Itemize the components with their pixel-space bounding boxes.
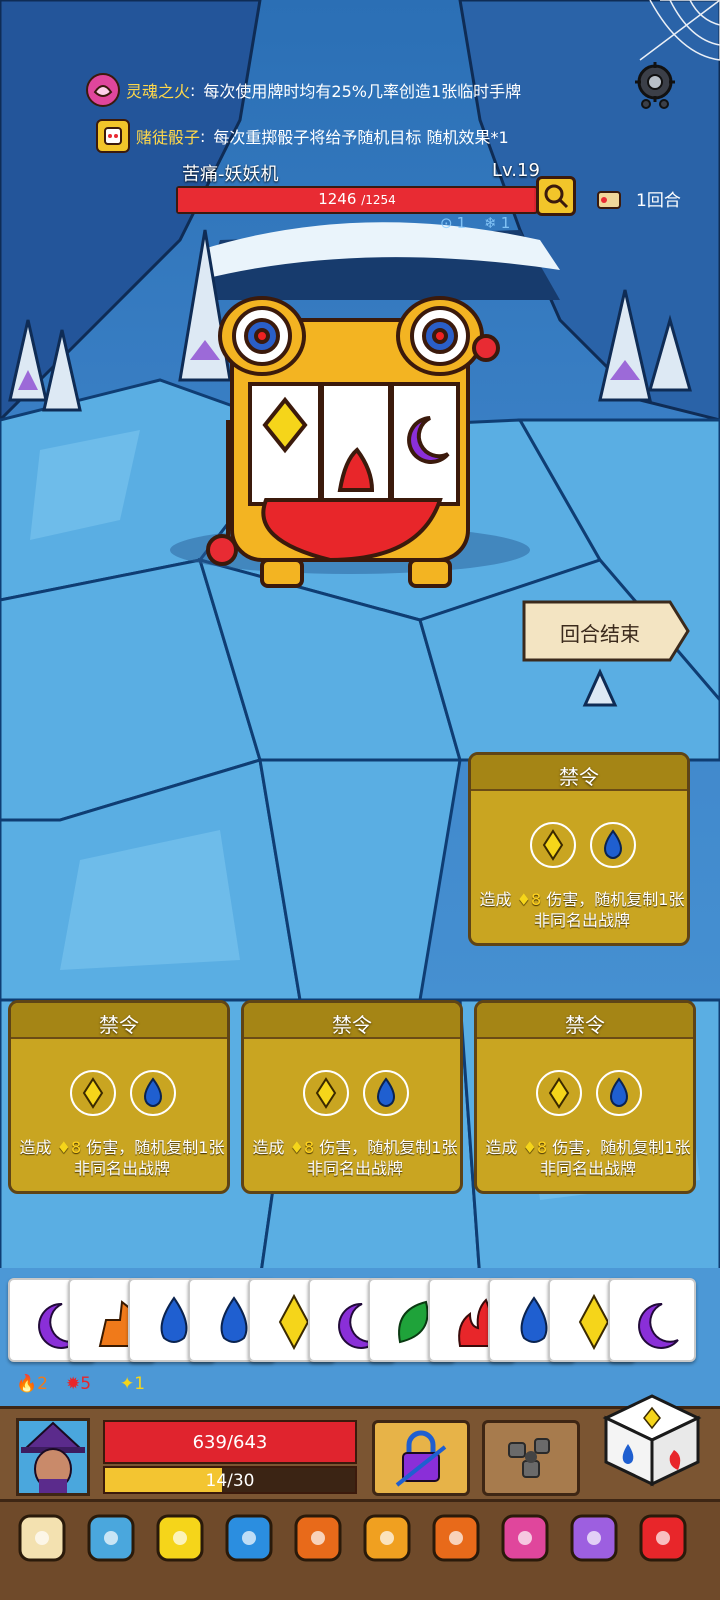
explode-dice-icon [508, 1438, 550, 1478]
star-status: ✦ 1 [120, 1374, 145, 1394]
card-title: 禁令 [559, 765, 599, 789]
damage-value: 8 [70, 1138, 82, 1157]
enemy-info-button[interactable] [536, 176, 576, 216]
card-gems [536, 1070, 642, 1116]
relic-name: 灵魂之火 [126, 82, 191, 101]
card-desc: 造成 ♦8 伤害，随机复制1张非同名出战牌 [477, 889, 687, 931]
player-avatar[interactable] [16, 1418, 90, 1496]
pink-slime-icon[interactable] [497, 1510, 553, 1566]
flame-orb-icon[interactable] [359, 1510, 415, 1566]
soul-fire-icon [86, 73, 120, 107]
gambler-dice-icon [96, 119, 130, 153]
yellow-dice-icon[interactable] [152, 1510, 208, 1566]
end-turn-label: 回合结束 [560, 622, 640, 646]
card-title: 禁令 [99, 1013, 139, 1037]
diamond-icon: ♦ [522, 1138, 537, 1157]
relic-colon: : [190, 80, 196, 100]
purple-dice-icon[interactable] [566, 1510, 622, 1566]
card-frame: 禁令 造成 ♦8 伤害，随机复制1张非同名出战牌 [468, 752, 690, 946]
enemy-name: 苦痛-妖妖机 [182, 164, 279, 185]
red-dice-icon[interactable] [635, 1510, 691, 1566]
star-icon: ✦ [120, 1374, 135, 1394]
blue-slime-icon[interactable] [83, 1510, 139, 1566]
desc-part: 造成 [252, 1138, 290, 1157]
card-frame: 禁令 造成 ♦8 伤害，随机复制1张非同名出战牌 [8, 1000, 230, 1194]
card-gems [303, 1070, 409, 1116]
player-energy-bar: 14/30 [103, 1466, 357, 1494]
fire-bundle-icon[interactable] [428, 1510, 484, 1566]
damage-value: 8 [536, 1138, 548, 1157]
card-desc: 造成 ♦8 伤害，随机复制1张非同名出战牌 [250, 1137, 460, 1179]
moon-icon [638, 1302, 679, 1349]
burn-status: 🔥 2 [16, 1374, 48, 1394]
diamond-icon: ♦ [289, 1138, 304, 1157]
card-title: 禁令 [332, 1013, 372, 1037]
blue-dice-icon[interactable] [221, 1510, 277, 1566]
card-frame: 禁令 造成 ♦8 伤害，随机复制1张非同名出战牌 [474, 1000, 696, 1194]
enemy-hp-value: 1246 [318, 190, 357, 208]
diamond-icon: ♦ [516, 890, 531, 909]
desc-part: 伤害，随机复制1张非同名出战牌 [533, 890, 685, 930]
card-gems [530, 822, 636, 868]
relic-colon: : [200, 126, 206, 146]
desc-part: 造成 [485, 1138, 523, 1157]
relic-desc: 每次使用牌时均有25%几率创造1张临时手牌 [203, 82, 522, 101]
reroll-button[interactable] [482, 1420, 580, 1496]
freeze-value: 1 [500, 214, 511, 232]
settings-gear-icon[interactable] [626, 60, 684, 110]
damage-value: 8 [530, 890, 542, 909]
star-count: 1 [134, 1374, 146, 1394]
desc-part: 造成 [19, 1138, 57, 1157]
burn-count: 2 [37, 1374, 48, 1394]
magnifier-icon [544, 184, 569, 209]
relic-desc: 每次重掷骰子将给予随机目标 随机效果*1 [213, 128, 509, 147]
card-frame: 禁令 造成 ♦8 伤害，随机复制1张非同名出战牌 [241, 1000, 463, 1194]
card-title: 禁令 [565, 1013, 605, 1037]
player-hp-bar: 639/643 [103, 1420, 357, 1464]
wizard-avatar-icon [21, 1421, 85, 1493]
gear-status: ✹ 5 [66, 1374, 91, 1394]
relic-name: 赌徒骰子 [136, 128, 201, 147]
relic-soul-fire[interactable]: 灵魂之火: 每次使用牌时均有25%几率创造1张临时手牌 [86, 70, 521, 110]
gear-count: 5 [80, 1374, 92, 1394]
gear-icon: ✹ [66, 1374, 81, 1394]
end-turn-button[interactable]: 回合结束 [520, 598, 692, 664]
freeze-icon: ❄ [484, 214, 497, 232]
big-dice-icon [602, 1394, 702, 1487]
burn-icon: 🔥 [16, 1374, 38, 1394]
card-ban[interactable]: 禁令 造成 ♦8 伤害，随机复制1张非同名出战牌 [470, 1000, 700, 1196]
intent-value: 1 [456, 214, 467, 232]
enemy-intent: ⊙ 1 ❄ 1 [440, 214, 510, 232]
card-ban[interactable]: 禁令 造成 ♦8 伤害，随机复制1张非同名出战牌 [4, 1000, 234, 1196]
enemy-level: Lv.19 [492, 160, 540, 181]
desc-part: 伤害，随机复制1张非同名出战牌 [539, 1138, 691, 1178]
roll-dice-button[interactable] [598, 1392, 706, 1488]
enemy-hp-text: 1246 /1254 [178, 190, 536, 208]
turn-counter: 1回合 [636, 191, 681, 211]
desc-part: 造成 [479, 890, 517, 909]
moon-element-tile[interactable] [608, 1278, 696, 1362]
desc-part: 伤害，随机复制1张非同名出战牌 [306, 1138, 458, 1178]
target-icon[interactable] [14, 1510, 70, 1566]
player-energy-text: 14/30 [205, 1471, 255, 1491]
enemy-hp-bar: 1246 /1254 [176, 186, 538, 214]
player-hp-text: 639/643 [192, 1432, 268, 1453]
intent-icon: ⊙ [440, 214, 453, 232]
scroll-icon [592, 182, 626, 216]
card-desc: 造成 ♦8 伤害，随机复制1张非同名出战牌 [483, 1137, 693, 1179]
card-gems [70, 1070, 176, 1116]
card-ban[interactable]: 禁令 造成 ♦8 伤害，随机复制1张非同名出战牌 [237, 1000, 467, 1196]
diamond-icon: ♦ [56, 1138, 71, 1157]
card-desc: 造成 ♦8 伤害，随机复制1张非同名出战牌 [17, 1137, 227, 1179]
enemy-hp-max: /1254 [361, 193, 396, 207]
damage-value: 8 [303, 1138, 315, 1157]
card-ban[interactable]: 禁令 造成 ♦8 伤害，随机复制1张非同名出战牌 [464, 752, 694, 948]
relic-gambler-dice[interactable]: 赌徒骰子: 每次重掷骰子将给予随机目标 随机效果*1 [96, 116, 509, 156]
desc-part: 伤害，随机复制1张非同名出战牌 [73, 1138, 225, 1178]
lock-icon [395, 1430, 447, 1487]
fire-spike-dice-icon[interactable] [290, 1510, 346, 1566]
lock-dice-button[interactable] [372, 1420, 470, 1496]
